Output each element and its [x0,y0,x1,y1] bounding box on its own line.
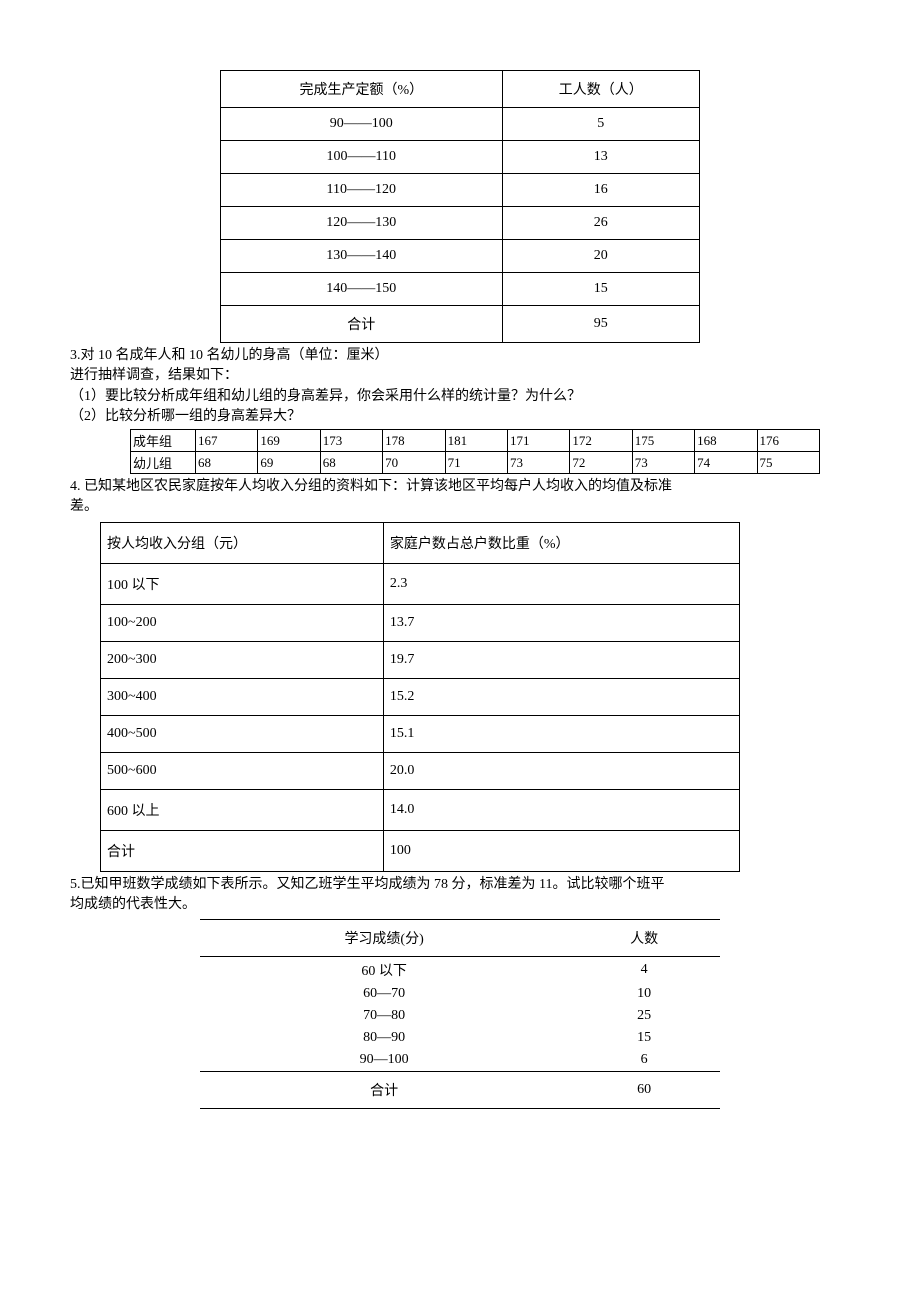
col-header: 人数 [568,920,720,957]
col-header: 完成生产定额（%） [221,71,503,108]
table-row: 200~30019.7 [101,641,740,678]
col-header: 学习成绩(分) [200,920,568,957]
table-footer-row: 合计 60 [200,1072,720,1109]
col-header: 家庭户数占总户数比重（%） [383,522,739,563]
table-row: 300~40015.2 [101,678,740,715]
table-row: 140——15015 [221,273,700,306]
table-row: 90—1006 [200,1049,720,1072]
height-table: 成年组 167 169 173 178 181 171 172 175 168 … [130,429,820,474]
table-row: 100~20013.7 [101,604,740,641]
table-row: 70—8025 [200,1005,720,1027]
table-row: 成年组 167 169 173 178 181 171 172 175 168 … [131,430,820,452]
table-row: 幼儿组 68 69 68 70 71 73 72 73 74 75 [131,452,820,474]
table-row: 600 以上14.0 [101,789,740,830]
document-page: 完成生产定额（%） 工人数（人） 90——1005 100——11013 110… [0,0,920,1149]
table-row: 400~50015.1 [101,715,740,752]
table-row: 120——13026 [221,207,700,240]
table-row: 100 以下2.3 [101,563,740,604]
row-label: 成年组 [131,430,196,452]
table-row: 110——12016 [221,174,700,207]
q3-line2: 进行抽样调查，结果如下： [70,366,850,386]
q3-title: 3.对 10 名成年人和 10 名幼儿的身高（单位：厘米） [70,346,850,366]
table-row: 合计95 [221,306,700,343]
q5-text1: 5.已知甲班数学成绩如下表所示。又知乙班学生平均成绩为 78 分，标准差为 11… [70,875,850,895]
table-header-row: 完成生产定额（%） 工人数（人） [221,71,700,108]
q4-text1: 4. 已知某地区农民家庭按年人均收入分组的资料如下：计算该地区平均每户人均收入的… [70,477,850,497]
quota-table: 完成生产定额（%） 工人数（人） 90——1005 100——11013 110… [220,70,700,343]
q5-text2: 均成绩的代表性大。 [70,895,850,915]
q4-text2: 差。 [70,497,850,517]
q3-sub2: （2）比较分析哪一组的身高差异大？ [70,407,850,427]
table-row: 合计100 [101,830,740,871]
table-row: 60 以下4 [200,957,720,984]
table-header-row: 按人均收入分组（元） 家庭户数占总户数比重（%） [101,522,740,563]
table-row: 130——14020 [221,240,700,273]
score-table: 学习成绩(分) 人数 60 以下4 60—7010 70—8025 80—901… [200,919,720,1109]
table-header-row: 学习成绩(分) 人数 [200,920,720,957]
col-header: 按人均收入分组（元） [101,522,384,563]
income-table: 按人均收入分组（元） 家庭户数占总户数比重（%） 100 以下2.3 100~2… [100,522,740,872]
q3-sub1: （1）要比较分析成年组和幼儿组的身高差异，你会采用什么样的统计量？为什么？ [70,387,850,407]
table-row: 80—9015 [200,1027,720,1049]
table-row: 90——1005 [221,108,700,141]
row-label: 幼儿组 [131,452,196,474]
table-row: 100——11013 [221,141,700,174]
table-row: 60—7010 [200,983,720,1005]
col-header: 工人数（人） [502,71,699,108]
table-row: 500~60020.0 [101,752,740,789]
